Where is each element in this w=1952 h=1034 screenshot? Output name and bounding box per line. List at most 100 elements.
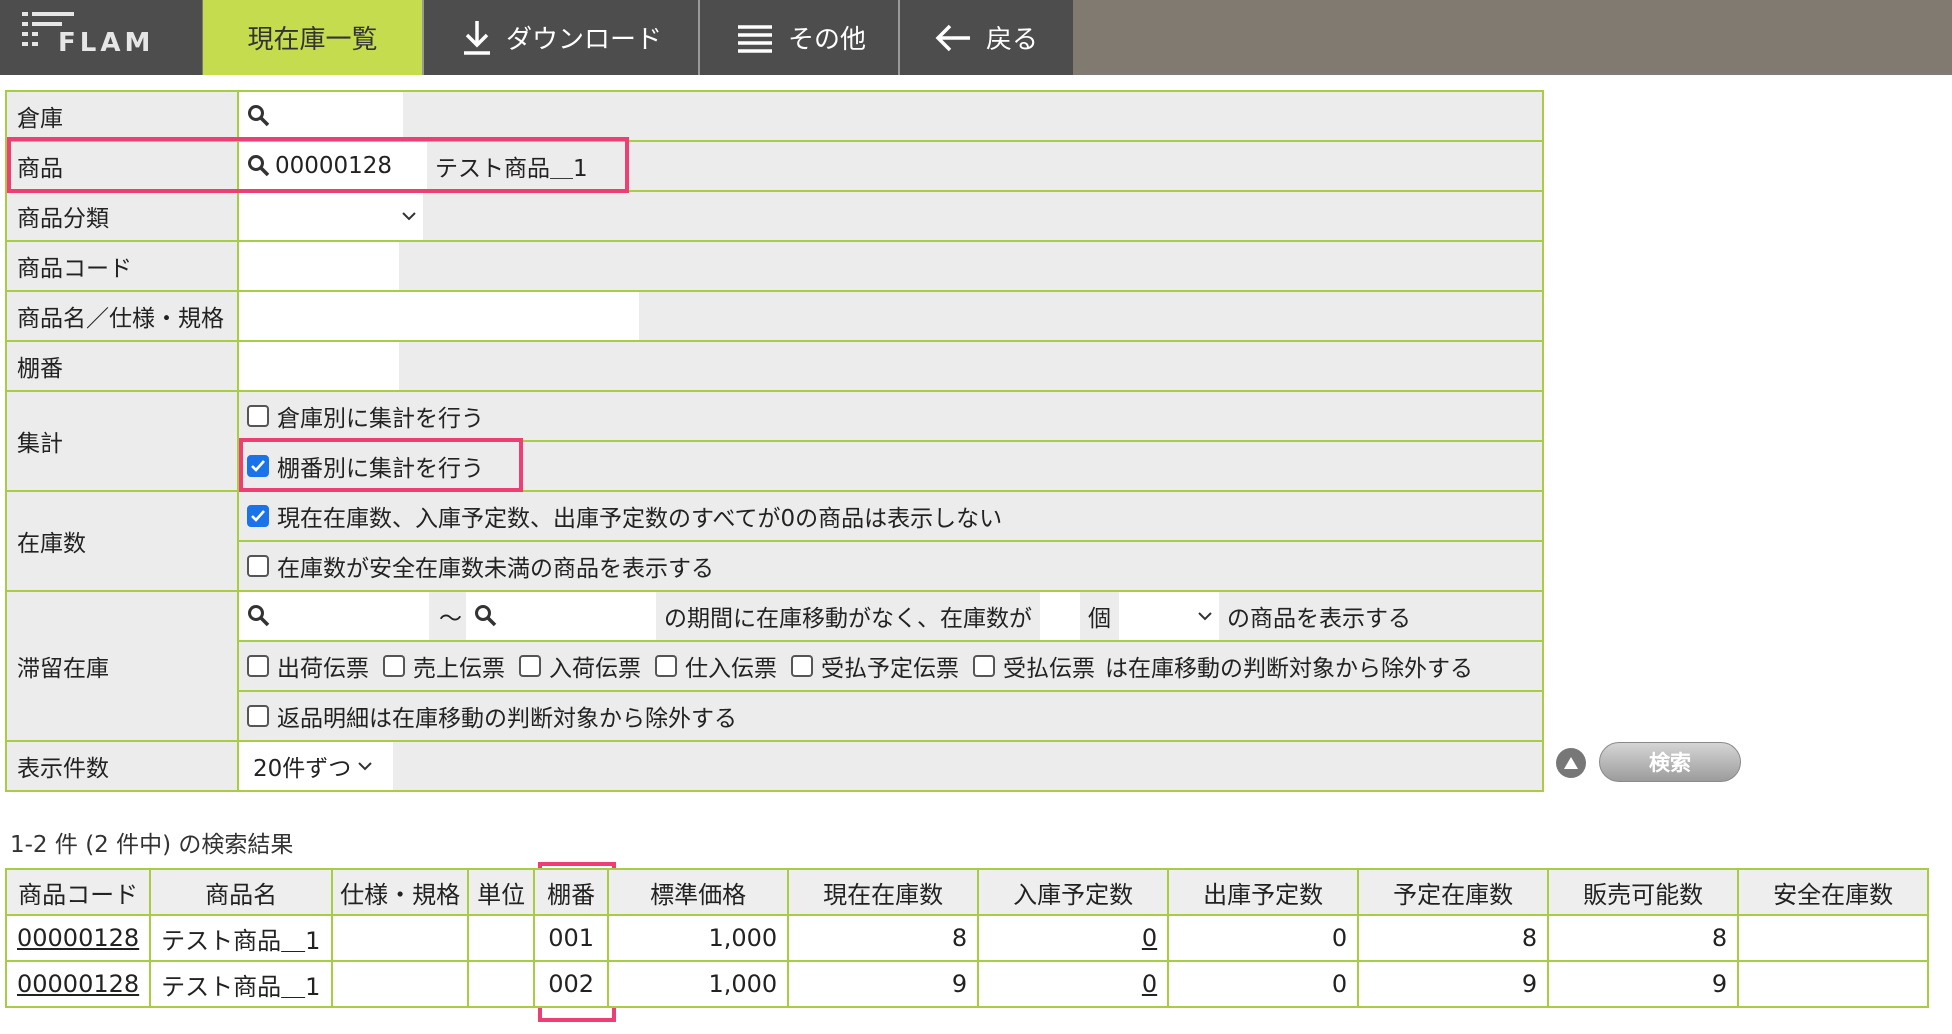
row-stagnant: 滞留在庫 〜 の期間に在庫移動がなく、在庫数が 個 の商品を表示する 出荷伝票 … [7, 592, 1542, 742]
period-tilde: 〜 [439, 606, 462, 632]
cell-product-code[interactable]: 00000128 [4, 960, 152, 1008]
aggregate-by-shelf[interactable]: 棚番別に集計を行う [239, 442, 1542, 490]
result-count: 1-2 件 (2 件中) の検索結果 [10, 832, 294, 858]
warehouse-lookup[interactable] [239, 92, 403, 140]
collapse-form-button[interactable] [1556, 748, 1586, 778]
tab-current-stock[interactable]: 現在庫一覧 [203, 0, 422, 75]
other-menu-label: その他 [788, 25, 867, 55]
slip-checkbox-planned-receipt[interactable] [791, 655, 813, 677]
period-suffix: の商品を表示する [1227, 606, 1411, 632]
incoming-link[interactable]: 0 [1142, 970, 1157, 998]
product-code-link[interactable]: 00000128 [17, 924, 139, 952]
below-safety-checkbox[interactable] [247, 555, 269, 577]
col-available[interactable]: 販売可能数 [1547, 868, 1740, 916]
search-form: 倉庫 商品 00000128 テスト商品＿1 商品分類 商品コード 商品名／仕様… [5, 90, 1544, 792]
hide-zero-text: 現在在庫数、入庫予定数、出庫予定数のすべてが0の商品は表示しない [277, 506, 1003, 532]
aggregate-shelf-text: 棚番別に集計を行う [277, 456, 484, 482]
back-button[interactable]: 戻る [898, 0, 1073, 75]
period-from-input[interactable] [239, 592, 429, 640]
back-label: 戻る [986, 25, 1039, 55]
product-name-value: テスト商品＿1 [435, 156, 588, 182]
stock-below-safety[interactable]: 在庫数が安全在庫数未満の商品を表示する [239, 542, 1542, 590]
below-safety-text: 在庫数が安全在庫数未満の商品を表示する [277, 556, 714, 582]
back-arrow-icon [934, 23, 972, 53]
col-outgoing[interactable]: 出庫予定数 [1167, 868, 1360, 916]
incoming-link[interactable]: 0 [1142, 924, 1157, 952]
table-row: 00000128 テスト商品＿1 001 1,000 8 0 0 8 8 [4, 914, 1930, 962]
top-bar: FLAM 現在庫一覧 ダウンロード その他 戻る [0, 0, 1952, 75]
cell-outgoing: 0 [1167, 960, 1360, 1008]
stock-hide-zero[interactable]: 現在在庫数、入庫予定数、出庫予定数のすべてが0の商品は表示しない [239, 492, 1542, 542]
cell-available: 9 [1547, 960, 1740, 1008]
col-safety-stock[interactable]: 安全在庫数 [1737, 868, 1930, 916]
download-button[interactable]: ダウンロード [422, 0, 698, 75]
col-current-stock[interactable]: 現在在庫数 [787, 868, 980, 916]
aggregate-by-warehouse[interactable]: 倉庫別に集計を行う [239, 392, 1542, 442]
cell-planned-stock: 8 [1357, 914, 1550, 962]
qty-condition-select[interactable] [1119, 592, 1219, 640]
cell-product-name: テスト商品＿1 [149, 914, 334, 962]
col-standard-price[interactable]: 標準価格 [607, 868, 790, 916]
checkmark-icon [251, 460, 265, 472]
result-table: 商品コード 商品名 仕様・規格 単位 棚番 標準価格 現在在庫数 入庫予定数 出… [4, 868, 1930, 1008]
col-incoming[interactable]: 入庫予定数 [977, 868, 1170, 916]
stagnant-slips: 出荷伝票 売上伝票 入荷伝票 仕入伝票 受払予定伝票 受払伝票 は在庫移動の判断… [239, 642, 1542, 692]
flam-logo[interactable]: FLAM [0, 0, 202, 75]
returns-text: 返品明細は在庫移動の判断対象から除外する [277, 706, 737, 732]
slip-checkbox-shipping[interactable] [247, 655, 269, 677]
product-name-label: 商品名／仕様・規格 [7, 292, 239, 340]
warehouse-label: 倉庫 [7, 92, 239, 140]
other-menu-button[interactable]: その他 [698, 0, 898, 75]
product-code-input[interactable] [239, 242, 399, 290]
product-name-input[interactable] [239, 292, 639, 340]
slip-label-arrival: 入荷伝票 [549, 656, 641, 682]
product-code-link[interactable]: 00000128 [17, 970, 139, 998]
shelf-input[interactable] [239, 342, 399, 390]
slip-checkbox-sales[interactable] [383, 655, 405, 677]
slip-checkbox-purchase[interactable] [655, 655, 677, 677]
search-icon[interactable] [247, 104, 271, 128]
col-spec[interactable]: 仕様・規格 [331, 868, 470, 916]
stagnant-period: 〜 の期間に在庫移動がなく、在庫数が 個 の商品を表示する [239, 592, 1542, 642]
slip-checkbox-receipt[interactable] [973, 655, 995, 677]
download-icon [462, 19, 492, 57]
menu-icon [736, 23, 774, 53]
slip-label-planned-receipt: 受払予定伝票 [821, 656, 959, 682]
product-label: 商品 [7, 142, 239, 190]
period-to-input[interactable] [466, 592, 656, 640]
cell-product-code[interactable]: 00000128 [4, 914, 152, 962]
page-size-value: 20件ずつ [253, 756, 352, 782]
row-shelf: 棚番 [7, 342, 1542, 392]
shelf-label: 棚番 [7, 342, 239, 390]
aggregate-shelf-checkbox[interactable] [247, 455, 269, 477]
col-product-name[interactable]: 商品名 [149, 868, 334, 916]
stagnant-label: 滞留在庫 [7, 592, 239, 740]
search-button[interactable]: 検索 [1599, 742, 1741, 782]
search-icon[interactable] [474, 604, 498, 628]
cell-spec [331, 960, 470, 1008]
row-category: 商品分類 [7, 192, 1542, 242]
returns-checkbox[interactable] [247, 705, 269, 727]
product-lookup[interactable]: 00000128 [239, 142, 427, 190]
col-unit[interactable]: 単位 [467, 868, 536, 916]
page-size-select[interactable]: 20件ずつ [239, 742, 393, 790]
product-code-label: 商品コード [7, 242, 239, 290]
cell-incoming[interactable]: 0 [977, 960, 1170, 1008]
col-planned-stock[interactable]: 予定在庫数 [1357, 868, 1550, 916]
category-select[interactable] [239, 192, 423, 240]
cell-planned-stock: 9 [1357, 960, 1550, 1008]
stagnant-returns[interactable]: 返品明細は在庫移動の判断対象から除外する [239, 692, 1542, 740]
qty-unit: 個 [1088, 606, 1111, 632]
col-product-code[interactable]: 商品コード [4, 868, 152, 916]
search-icon[interactable] [247, 604, 271, 628]
col-shelf[interactable]: 棚番 [533, 868, 610, 916]
cell-incoming[interactable]: 0 [977, 914, 1170, 962]
stock-qty-input[interactable] [1040, 592, 1080, 640]
aggregate-warehouse-checkbox[interactable] [247, 405, 269, 427]
search-icon[interactable] [247, 154, 271, 178]
hide-zero-checkbox[interactable] [247, 505, 269, 527]
cell-outgoing: 0 [1167, 914, 1360, 962]
slip-label-shipping: 出荷伝票 [277, 656, 369, 682]
slip-checkbox-arrival[interactable] [519, 655, 541, 677]
chevron-down-icon [402, 212, 416, 221]
